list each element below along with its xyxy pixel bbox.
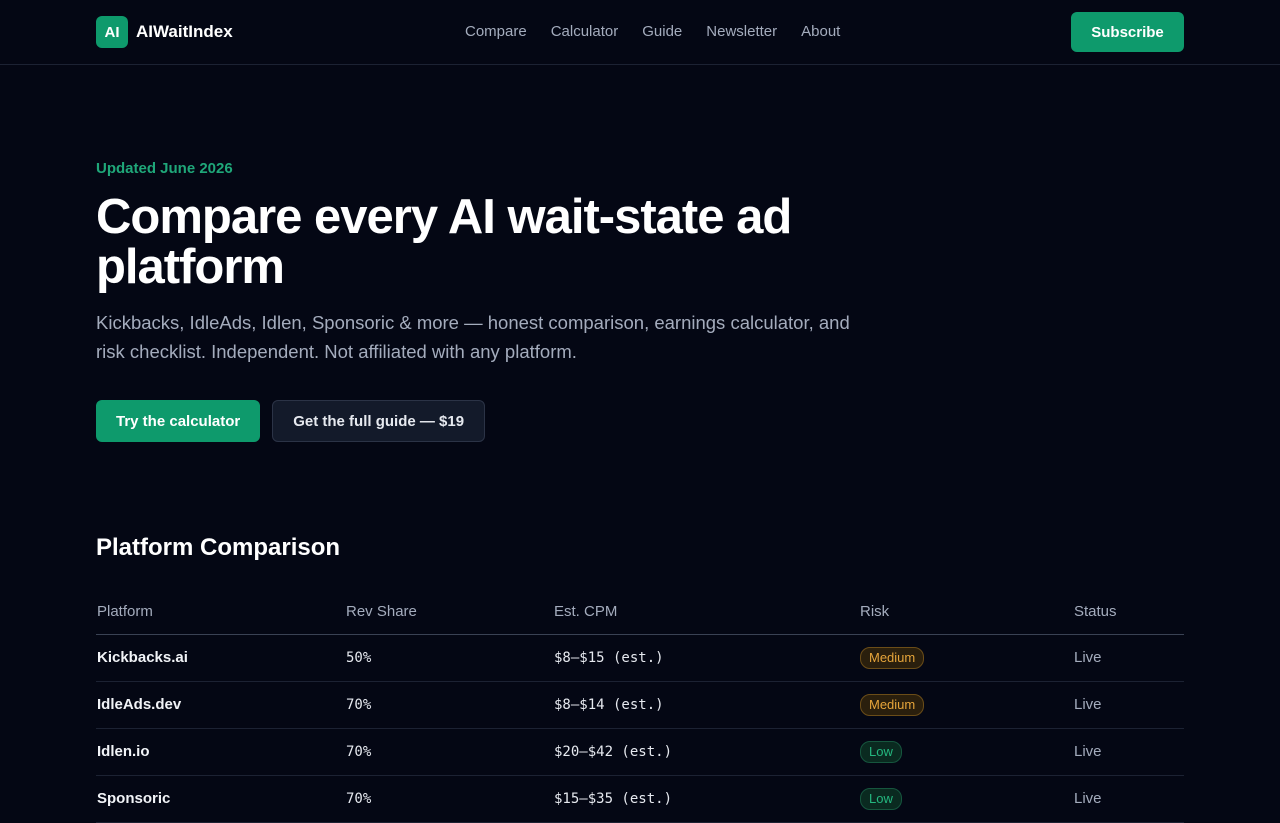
subscribe-button[interactable]: Subscribe [1071, 12, 1184, 52]
status-value: Live [1073, 681, 1184, 729]
hero-subtitle: Kickbacks, IdleAds, Idlen, Sponsoric & m… [96, 312, 850, 362]
status-value: Live [1073, 775, 1184, 823]
nav-link-newsletter[interactable]: Newsletter [706, 22, 777, 42]
platform-name: Idlen.io [96, 728, 345, 776]
try-calculator-button[interactable]: Try the calculator [96, 400, 261, 442]
hero-headline: Compare every AI wait-state ad platform [96, 190, 792, 294]
hero-section: Updated June 2026 Compare every AI wait-… [96, 160, 896, 442]
status-value: Live [1073, 728, 1184, 776]
rev-share-value: 70% [345, 728, 553, 776]
top-navigation-bar: AI AIWaitIndex Compare Calculator Guide … [0, 0, 1280, 65]
cpm-value: $8–$15 (est.) [553, 634, 859, 682]
column-header-platform: Platform [96, 590, 345, 635]
main-nav: Compare Calculator Guide Newsletter Abou… [465, 22, 864, 42]
rev-share-value: 70% [345, 681, 553, 729]
nav-link-guide[interactable]: Guide [642, 22, 682, 42]
column-header-rev-share: Rev Share [345, 590, 553, 635]
cpm-value: $20–$42 (est.) [553, 728, 859, 776]
platform-name: Kickbacks.ai [96, 634, 345, 682]
cpm-value: $8–$14 (est.) [553, 681, 859, 729]
column-header-cpm: Est. CPM [553, 590, 859, 635]
brand-name: AIWaitIndex [136, 22, 233, 41]
cta-row: Try the calculator Get the full guide — … [96, 400, 896, 442]
get-guide-button[interactable]: Get the full guide — $19 [272, 400, 486, 442]
rev-share-value: 70% [345, 775, 553, 823]
brand[interactable]: AI AIWaitIndex [96, 16, 233, 48]
nav-link-calculator[interactable]: Calculator [551, 22, 619, 42]
table-header-row: Platform Rev Share Est. CPM Risk Status [96, 590, 1184, 635]
column-header-risk: Risk [859, 590, 1073, 635]
nav-link-compare[interactable]: Compare [465, 22, 527, 42]
risk-badge: Medium [860, 646, 925, 669]
table-row[interactable]: IdleAds.dev 70% $8–$14 (est.) Medium Liv… [96, 681, 1184, 729]
rev-share-value: 50% [345, 634, 553, 682]
platform-name: IdleAds.dev [96, 681, 345, 729]
cpm-value: $15–$35 (est.) [553, 775, 859, 823]
column-header-status: Status [1073, 590, 1184, 635]
nav-link-about[interactable]: About [801, 22, 840, 42]
comparison-title: Platform Comparison [96, 534, 341, 561]
platform-comparison-table: Platform Rev Share Est. CPM Risk Status … [96, 590, 1184, 823]
table-row[interactable]: Idlen.io 70% $20–$42 (est.) Low Live [96, 728, 1184, 776]
risk-badge: Medium [860, 693, 925, 716]
table-row[interactable]: Kickbacks.ai 50% $8–$15 (est.) Medium Li… [96, 634, 1184, 682]
platform-name: Sponsoric [96, 775, 345, 823]
risk-badge: Low [860, 787, 902, 810]
status-value: Live [1073, 634, 1184, 682]
updated-label: Updated June 2026 [96, 160, 233, 177]
risk-badge: Low [860, 740, 902, 763]
brand-logo: AI [96, 16, 128, 48]
table-row[interactable]: Sponsoric 70% $15–$35 (est.) Low Live [96, 775, 1184, 823]
